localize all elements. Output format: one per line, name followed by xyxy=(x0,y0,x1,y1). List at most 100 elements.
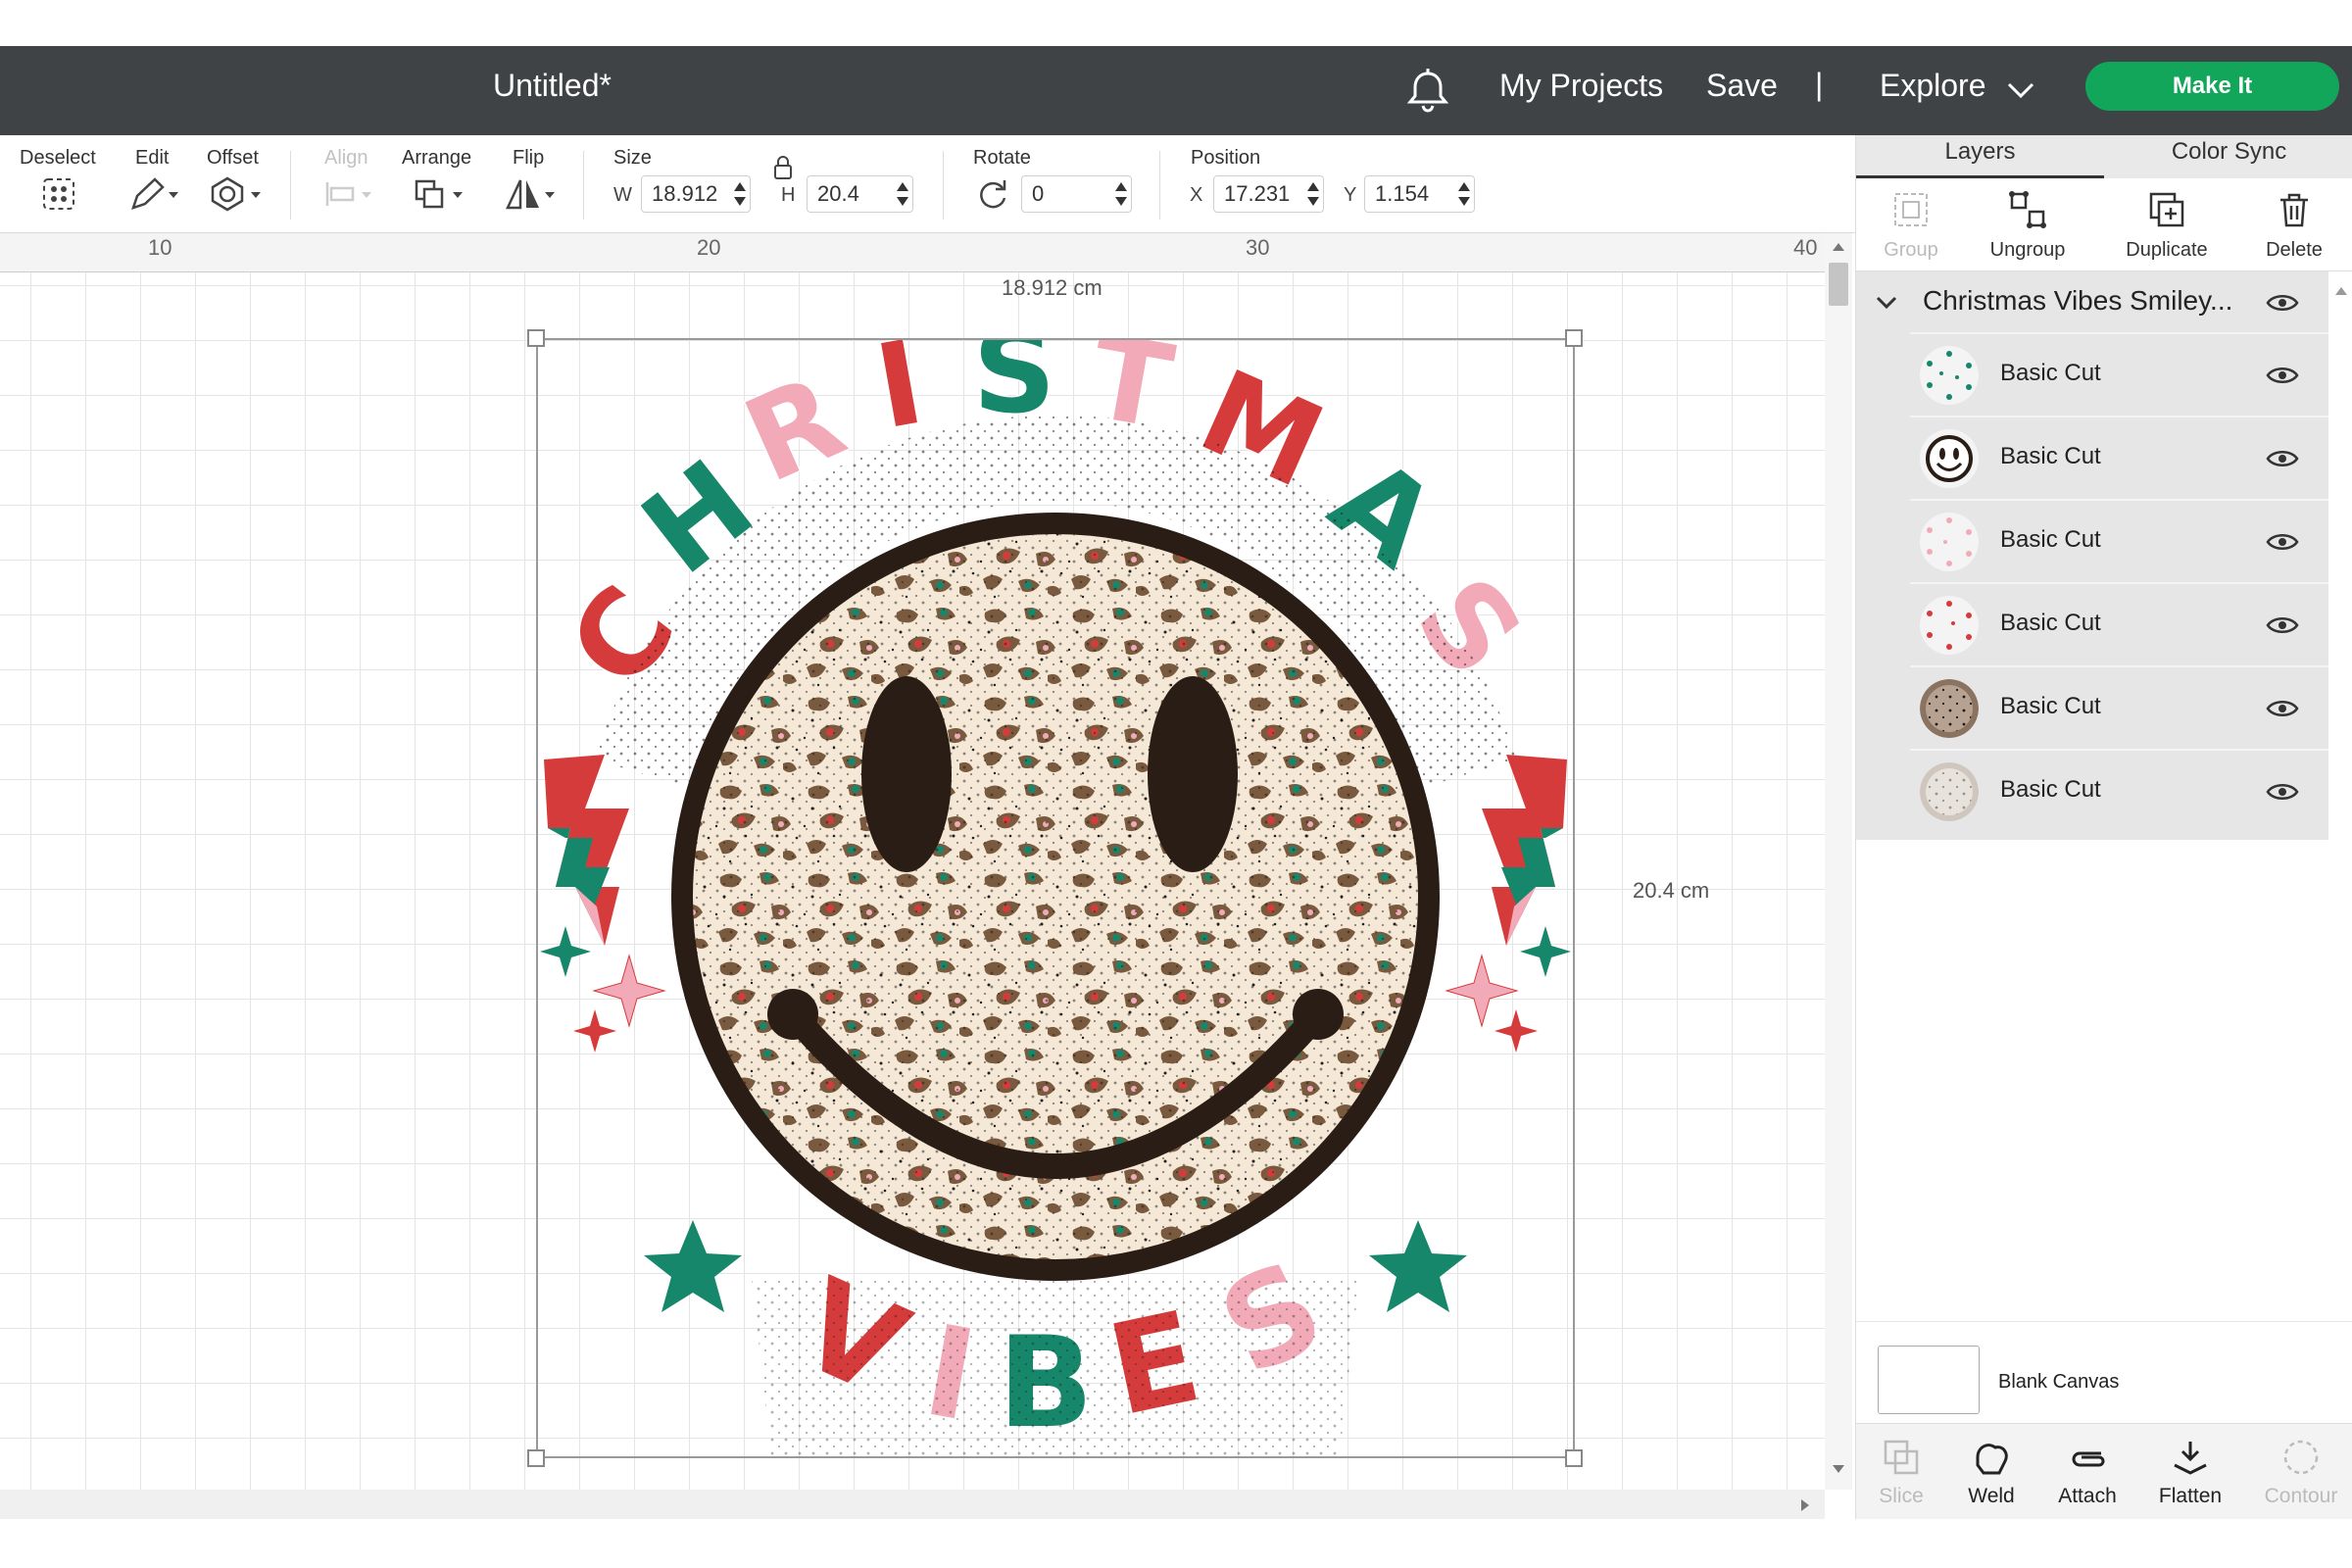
scroll-up-icon[interactable] xyxy=(2334,286,2348,296)
selection-bounding-box[interactable] xyxy=(536,338,1575,1458)
blank-canvas-label: Blank Canvas xyxy=(1998,1371,2120,1393)
width-dimension-label: 18.912 cm xyxy=(1002,275,1102,300)
horizontal-ruler: 10 20 30 40 xyxy=(0,233,1835,272)
offset-icon[interactable] xyxy=(210,176,265,212)
y-position-input[interactable]: 1.154 xyxy=(1364,175,1475,213)
layer-row[interactable]: Basic Cut xyxy=(1910,749,2328,831)
header-separator: | xyxy=(1815,67,1824,102)
rotate-input[interactable]: 0 xyxy=(1021,175,1132,213)
make-it-button[interactable]: Make It xyxy=(2085,62,2339,111)
duplicate-label: Duplicate xyxy=(2126,239,2208,261)
flatten-icon xyxy=(2174,1442,2207,1475)
ruler-mark: 10 xyxy=(148,235,172,260)
eye-icon[interactable] xyxy=(2266,697,2299,720)
height-label: H xyxy=(781,184,796,206)
eye-icon[interactable] xyxy=(2266,780,2299,804)
contour-icon xyxy=(2283,1440,2319,1475)
eye-icon[interactable] xyxy=(2266,364,2299,387)
save-link[interactable]: Save xyxy=(1706,68,1778,104)
weld-button[interactable]: Weld xyxy=(1946,1424,2036,1520)
eye-icon[interactable] xyxy=(2266,530,2299,554)
layer-thumbnail xyxy=(1920,346,1979,405)
width-label: W xyxy=(613,184,632,206)
tab-layers[interactable]: Layers xyxy=(1856,135,2104,178)
layer-row[interactable]: Basic Cut xyxy=(1910,416,2328,498)
bell-icon[interactable] xyxy=(1404,66,1451,115)
layer-name: Basic Cut xyxy=(2000,360,2101,386)
layer-name: Basic Cut xyxy=(2000,610,2101,636)
delete-button[interactable]: Delete xyxy=(2240,178,2348,271)
layers-list: Christmas Vibes Smiley... Basic Cut Basi… xyxy=(1856,271,2328,840)
selection-handle[interactable] xyxy=(1565,1449,1583,1467)
layer-thumbnail xyxy=(1920,596,1979,655)
rotate-icon[interactable] xyxy=(975,176,1010,212)
canvas-vertical-scrollbar[interactable] xyxy=(1825,233,1852,1490)
scroll-right-icon[interactable] xyxy=(1799,1497,1811,1513)
eye-icon[interactable] xyxy=(2266,447,2299,470)
canvas-color-swatch[interactable] xyxy=(1878,1346,1980,1414)
stepper-icon[interactable] xyxy=(1456,180,1472,208)
group-icon xyxy=(1894,193,1928,226)
selection-handle[interactable] xyxy=(1565,329,1583,347)
lock-icon[interactable] xyxy=(772,155,794,180)
flip-icon[interactable] xyxy=(504,176,559,212)
document-title[interactable]: Untitled* xyxy=(493,68,612,104)
layer-group-name: Christmas Vibes Smiley... xyxy=(1923,285,2233,316)
trash-icon xyxy=(2280,193,2308,227)
explore-menu[interactable]: Explore xyxy=(1880,68,1986,104)
chevron-down-icon[interactable] xyxy=(2004,74,2037,107)
stepper-icon[interactable] xyxy=(895,180,910,208)
flatten-button[interactable]: Flatten xyxy=(2145,1424,2235,1520)
chevron-down-icon[interactable] xyxy=(1874,293,1899,313)
layer-name: Basic Cut xyxy=(2000,693,2101,719)
layer-thumbnail xyxy=(1920,679,1979,738)
stepper-icon[interactable] xyxy=(1305,180,1321,208)
attach-button[interactable]: Attach xyxy=(2042,1424,2132,1520)
blank-canvas-row[interactable]: Blank Canvas xyxy=(1856,1321,2352,1423)
x-position-input[interactable]: 17.231 xyxy=(1213,175,1324,213)
size-label: Size xyxy=(613,147,652,169)
layer-name: Basic Cut xyxy=(2000,776,2101,803)
pencil-icon[interactable] xyxy=(129,176,180,212)
bottom-layer-tools: Slice Weld Attach Flatten Contour xyxy=(1856,1423,2352,1519)
toolbar-divider xyxy=(943,151,944,220)
group-label: Group xyxy=(1884,239,1938,261)
stepper-icon[interactable] xyxy=(1113,180,1129,208)
my-projects-link[interactable]: My Projects xyxy=(1499,68,1663,104)
deselect-icon[interactable] xyxy=(41,176,76,212)
scroll-up-icon[interactable] xyxy=(1831,241,1846,253)
layer-name: Basic Cut xyxy=(2000,526,2101,553)
scrollbar-thumb[interactable] xyxy=(1829,263,1848,306)
duplicate-icon xyxy=(2149,192,2184,227)
layer-row[interactable]: Basic Cut xyxy=(1910,332,2328,415)
selection-handle[interactable] xyxy=(527,1449,545,1467)
weld-label: Weld xyxy=(1968,1485,2015,1507)
eye-icon[interactable] xyxy=(2266,613,2299,637)
selection-handle[interactable] xyxy=(527,329,545,347)
height-input[interactable]: 20.4 xyxy=(807,175,913,213)
layer-row[interactable]: Basic Cut xyxy=(1910,582,2328,664)
duplicate-button[interactable]: Duplicate xyxy=(2113,178,2221,271)
stepper-icon[interactable] xyxy=(732,180,748,208)
canvas-horizontal-scrollbar[interactable] xyxy=(0,1490,1825,1519)
ungroup-button[interactable]: Ungroup xyxy=(1974,178,2082,271)
weld-icon xyxy=(1976,1444,2008,1475)
tab-color-sync[interactable]: Color Sync xyxy=(2105,135,2352,178)
height-value: 20.4 xyxy=(817,181,859,206)
layer-group[interactable]: Christmas Vibes Smiley... xyxy=(1856,271,2328,334)
panel-scrollbar[interactable] xyxy=(2330,282,2352,1468)
scroll-down-icon[interactable] xyxy=(1831,1463,1846,1475)
ungroup-icon xyxy=(2009,191,2046,228)
slice-label: Slice xyxy=(1879,1485,1924,1507)
layer-row[interactable]: Basic Cut xyxy=(1910,665,2328,748)
toolbar-divider xyxy=(1159,151,1160,220)
eye-icon[interactable] xyxy=(2266,291,2299,315)
position-label: Position xyxy=(1191,147,1261,169)
toolbar-divider xyxy=(583,151,584,220)
offset-label: Offset xyxy=(207,147,259,169)
panel-tabs: Layers Color Sync xyxy=(1856,135,2352,178)
layer-row[interactable]: Basic Cut xyxy=(1910,499,2328,581)
rotate-label: Rotate xyxy=(973,147,1031,169)
width-input[interactable]: 18.912 xyxy=(641,175,751,213)
arrange-icon[interactable] xyxy=(414,176,466,212)
